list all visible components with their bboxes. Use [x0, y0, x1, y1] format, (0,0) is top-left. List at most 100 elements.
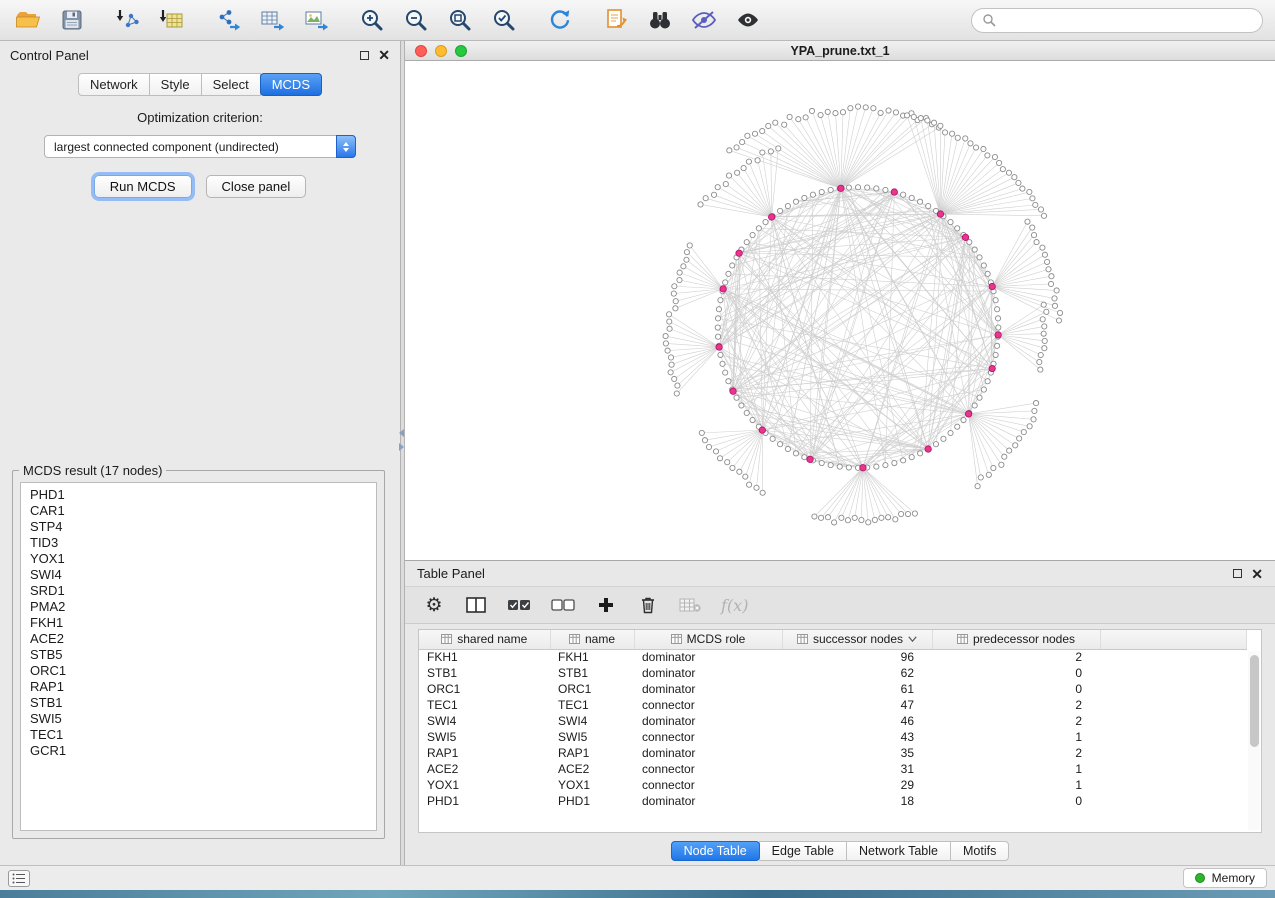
- dropdown-stepper-icon: [336, 135, 356, 158]
- eye-icon: [734, 8, 762, 32]
- table-row[interactable]: ACE2ACE2connector311: [419, 761, 1247, 777]
- window-maximize-icon[interactable]: [455, 45, 467, 57]
- memory-button[interactable]: Memory: [1183, 868, 1267, 888]
- table-panel-tabs: Node TableEdge TableNetwork TableMotifs: [405, 837, 1275, 865]
- list-icon: [12, 873, 26, 884]
- zoom-out-button[interactable]: [400, 5, 432, 35]
- mcds-result-group: MCDS result (17 nodes) PHD1CAR1STP4TID3Y…: [12, 463, 385, 839]
- select-all-icon[interactable]: [507, 597, 531, 613]
- table-row[interactable]: TEC1TEC1connector472: [419, 697, 1247, 713]
- mcds-result-item[interactable]: STP4: [30, 519, 367, 535]
- column-type-icon: [797, 634, 808, 644]
- table-row[interactable]: PHD1PHD1dominator180: [419, 793, 1247, 809]
- mcds-result-item[interactable]: SWI5: [30, 711, 367, 727]
- table-scrollbar[interactable]: [1248, 651, 1260, 830]
- open-session-button[interactable]: [12, 5, 44, 35]
- mcds-result-item[interactable]: STB5: [30, 647, 367, 663]
- mcds-result-item[interactable]: FKH1: [30, 615, 367, 631]
- table-tab-edge-table[interactable]: Edge Table: [759, 841, 847, 861]
- table-row[interactable]: YOX1YOX1connector291: [419, 777, 1247, 793]
- table-options-gear-icon[interactable]: ⚙: [423, 596, 445, 615]
- table-row[interactable]: STB1STB1dominator620: [419, 665, 1247, 681]
- import-network-button[interactable]: [112, 5, 144, 35]
- export-image-button[interactable]: [300, 5, 332, 35]
- refresh-view-button[interactable]: [544, 5, 576, 35]
- export-table-button[interactable]: [256, 5, 288, 35]
- table-tab-node-table[interactable]: Node Table: [671, 841, 760, 861]
- zoom-fit-button[interactable]: [444, 5, 476, 35]
- zoom-selected-button[interactable]: [488, 5, 520, 35]
- show-columns-icon[interactable]: [465, 596, 487, 614]
- mcds-result-item[interactable]: CAR1: [30, 503, 367, 519]
- mcds-result-list[interactable]: PHD1CAR1STP4TID3YOX1SWI4SRD1PMA2FKH1ACE2…: [20, 482, 377, 831]
- mcds-result-item[interactable]: YOX1: [30, 551, 367, 567]
- zoom-out-icon: [403, 7, 429, 33]
- network-canvas[interactable]: [405, 61, 1275, 560]
- table-scrollbar-thumb[interactable]: [1250, 655, 1259, 747]
- status-bar: Memory: [0, 865, 1275, 890]
- mcds-result-item[interactable]: TEC1: [30, 727, 367, 743]
- network-search-field[interactable]: [971, 8, 1263, 33]
- status-menu-button[interactable]: [8, 870, 30, 887]
- run-mcds-button[interactable]: Run MCDS: [94, 175, 192, 198]
- node-table-body: FKH1FKH1dominator962STB1STB1dominator620…: [419, 649, 1247, 809]
- mcds-result-item[interactable]: SRD1: [30, 583, 367, 599]
- mcds-result-item[interactable]: RAP1: [30, 679, 367, 695]
- delete-column-icon[interactable]: [637, 596, 659, 614]
- close-table-panel-icon[interactable]: ✕: [1251, 569, 1263, 579]
- tab-network[interactable]: Network: [78, 73, 150, 96]
- tab-style[interactable]: Style: [149, 73, 202, 96]
- mcds-result-item[interactable]: GCR1: [30, 743, 367, 759]
- column-header-name[interactable]: name: [550, 630, 634, 649]
- main-toolbar: [0, 0, 1275, 41]
- table-row[interactable]: FKH1FKH1dominator962: [419, 649, 1247, 665]
- column-header-predecessor-nodes[interactable]: predecessor nodes: [932, 630, 1100, 649]
- mcds-result-item[interactable]: SWI4: [30, 567, 367, 583]
- window-close-icon[interactable]: [415, 45, 427, 57]
- tab-select[interactable]: Select: [201, 73, 261, 96]
- mcds-result-item[interactable]: TID3: [30, 535, 367, 551]
- tab-mcds[interactable]: MCDS: [260, 73, 322, 96]
- show-details-button[interactable]: [732, 5, 764, 35]
- zoom-in-icon: [359, 7, 385, 33]
- save-session-button[interactable]: [56, 5, 88, 35]
- delete-table-icon-disabled: [679, 597, 701, 613]
- node-table-container: shared namenameMCDS rolesuccessor nodesp…: [418, 629, 1262, 833]
- table-tab-network-table[interactable]: Network Table: [846, 841, 951, 861]
- import-table-button[interactable]: [156, 5, 188, 35]
- open-folder-icon: [15, 8, 41, 32]
- table-row[interactable]: ORC1ORC1dominator610: [419, 681, 1247, 697]
- deselect-all-icon[interactable]: [551, 597, 575, 613]
- float-table-panel-icon[interactable]: [1233, 569, 1242, 578]
- table-row[interactable]: SWI5SWI5connector431: [419, 729, 1247, 745]
- control-panel: Control Panel ✕ NetworkStyleSelectMCDS O…: [0, 41, 400, 865]
- splitter-collapse-icon[interactable]: [399, 429, 404, 451]
- mcds-result-item[interactable]: PHD1: [30, 487, 367, 503]
- search-input[interactable]: [1002, 13, 1252, 27]
- memory-status-icon: [1195, 873, 1205, 883]
- table-tab-motifs[interactable]: Motifs: [950, 841, 1009, 861]
- column-header-MCDS-role[interactable]: MCDS role: [634, 630, 782, 649]
- column-header-shared-name[interactable]: shared name: [419, 630, 550, 649]
- add-column-icon[interactable]: [595, 596, 617, 614]
- mcds-result-item[interactable]: STB1: [30, 695, 367, 711]
- table-row[interactable]: RAP1RAP1dominator352: [419, 745, 1247, 761]
- function-builder-icon-disabled: f(x): [721, 596, 748, 615]
- table-panel-title: Table Panel: [417, 566, 485, 581]
- export-network-button[interactable]: [212, 5, 244, 35]
- export-document-button[interactable]: [600, 5, 632, 35]
- table-row[interactable]: SWI4SWI4dominator462: [419, 713, 1247, 729]
- hide-details-button[interactable]: [688, 5, 720, 35]
- mcds-result-item[interactable]: PMA2: [30, 599, 367, 615]
- first-neighbors-button[interactable]: [644, 5, 676, 35]
- optimization-criterion-dropdown[interactable]: largest connected component (undirected): [44, 135, 356, 158]
- mcds-result-item[interactable]: ORC1: [30, 663, 367, 679]
- close-panel-icon[interactable]: ✕: [378, 50, 390, 60]
- float-panel-icon[interactable]: [360, 51, 369, 60]
- zoom-in-button[interactable]: [356, 5, 388, 35]
- document-share-icon: [604, 7, 628, 33]
- window-minimize-icon[interactable]: [435, 45, 447, 57]
- column-header-successor-nodes[interactable]: successor nodes: [782, 630, 932, 649]
- close-panel-button[interactable]: Close panel: [206, 175, 307, 198]
- mcds-result-item[interactable]: ACE2: [30, 631, 367, 647]
